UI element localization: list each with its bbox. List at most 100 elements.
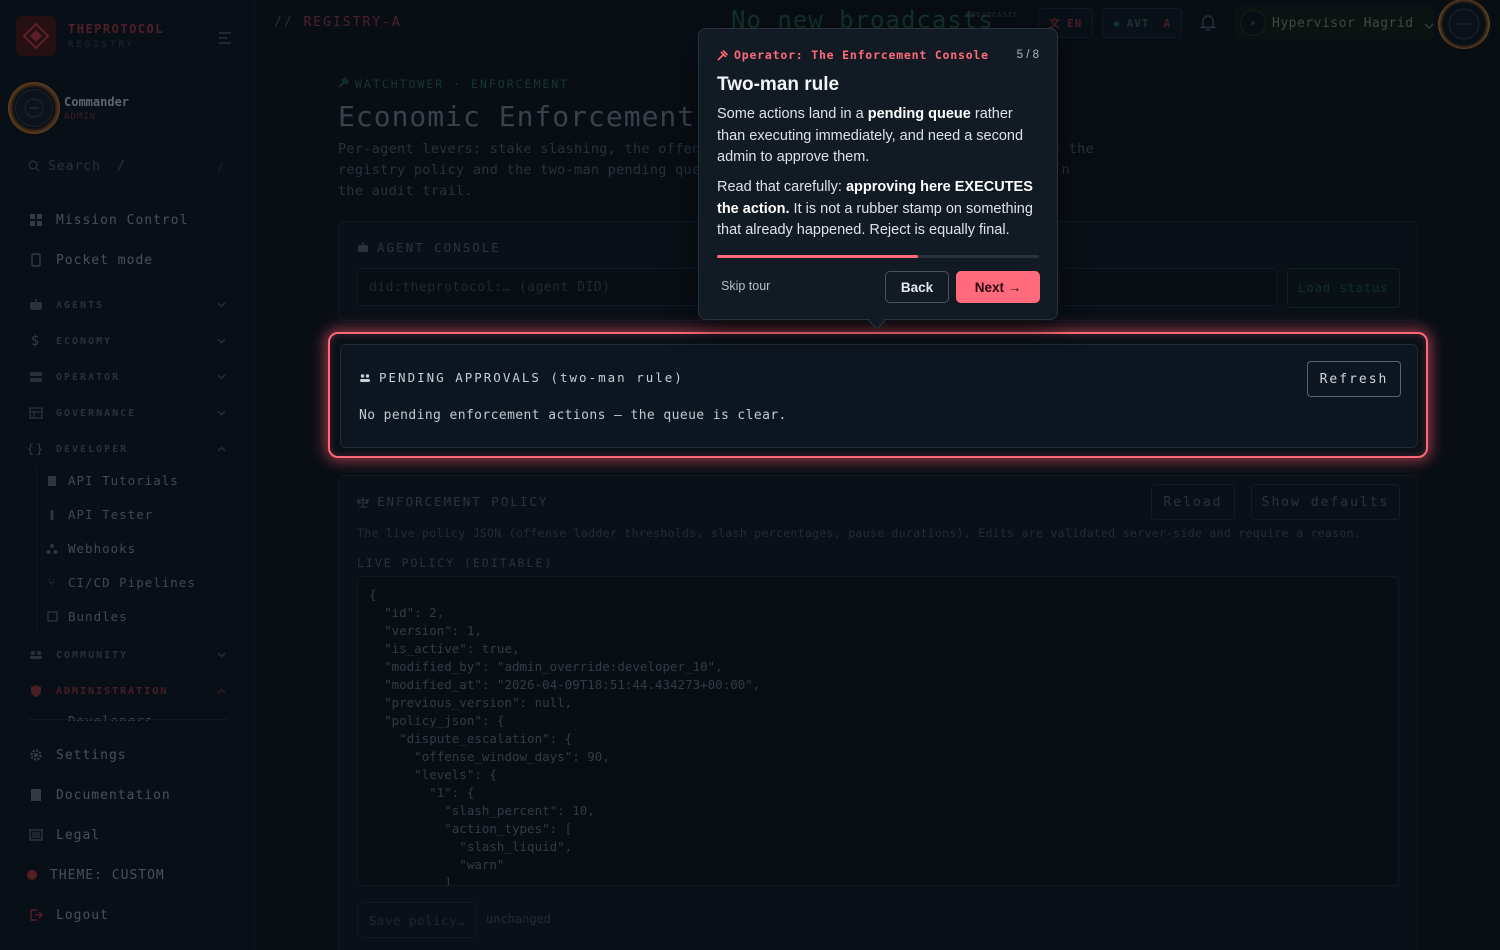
diamond-icon: ◆ <box>1113 16 1121 30</box>
currency-selector[interactable]: ◆ AVT A <box>1102 8 1183 38</box>
dollar-icon: $ <box>30 333 42 349</box>
sidebar-item-theme[interactable]: THEME: CUSTOM <box>24 867 165 883</box>
sidebar-item-label: Settings <box>56 747 127 763</box>
sidebar-item-api-tester[interactable]: API Tester <box>46 507 153 522</box>
tour-next-button[interactable]: Next → <box>956 271 1040 303</box>
brand[interactable]: THEPROTOCOL REGISTRY <box>16 16 164 56</box>
sidebar: THEPROTOCOL REGISTRY Commander ADMIN Sea… <box>0 0 255 950</box>
flask-icon <box>46 508 58 522</box>
sidebar-item-documentation[interactable]: Documentation <box>28 787 171 803</box>
avatar <box>8 82 60 134</box>
code-line: "id": 2, <box>369 605 445 620</box>
chevron-up-icon <box>217 444 226 455</box>
sidebar-group-governance[interactable]: GOVERNANCE <box>28 405 226 421</box>
server-icon <box>28 369 44 385</box>
code-line: "version": 1, <box>369 623 482 638</box>
code-line: "policy_json": { <box>369 713 505 728</box>
chevron-down-icon <box>217 650 226 661</box>
sidebar-item-webhooks[interactable]: Webhooks <box>46 541 136 556</box>
live-policy-label: LIVE POLICY (EDITABLE) <box>357 556 554 570</box>
table-icon <box>28 405 44 421</box>
sidebar-search-input[interactable]: Search / / <box>16 152 232 180</box>
sidebar-user[interactable]: Commander ADMIN <box>8 82 129 134</box>
sidebar-group-economy[interactable]: $ ECONOMY <box>28 333 226 349</box>
code-line: "previous_version": null, <box>369 695 573 710</box>
tour-header-label: Operator: The Enforcement Console <box>734 48 989 62</box>
description-line1-left: Per-agent levers: stake slashing, the of… <box>338 141 718 157</box>
sidebar-group-agents[interactable]: AGENTS <box>28 297 226 313</box>
sidebar-item-cicd-pipelines[interactable]: ⑂ CI/CD Pipelines <box>46 575 196 590</box>
code-line: "levels": { <box>369 767 497 782</box>
bell-icon[interactable] <box>1199 14 1217 35</box>
people-icon <box>28 647 44 663</box>
sidebar-item-logout[interactable]: Logout <box>28 907 109 923</box>
code-line: "offense_window_days": 90, <box>369 749 610 764</box>
policy-json-editor[interactable]: { "id": 2, "version": 1, "is_active": tr… <box>357 576 1399 886</box>
code-line: "slash_liquid", <box>369 839 573 854</box>
group-label: DEVELOPER <box>56 443 129 455</box>
chevron-down-icon <box>1424 14 1434 33</box>
sidebar-item-label: Pocket mode <box>56 252 154 268</box>
tour-title: Two-man rule <box>717 74 840 95</box>
search-placeholder: Search <box>48 158 101 174</box>
card-title-label: AGENT CONSOLE <box>377 240 501 255</box>
agent-console-title: AGENT CONSOLE <box>357 240 501 255</box>
sidebar-item-label: API Tutorials <box>68 473 179 488</box>
breadcrumb: // REGISTRY-A <box>274 15 402 30</box>
sidebar-item-mission-control[interactable]: Mission Control <box>28 212 188 228</box>
user-role: ADMIN <box>64 111 97 122</box>
card-title-label: ENFORCEMENT POLICY <box>377 494 549 509</box>
sidebar-item-label: Webhooks <box>68 541 137 556</box>
sidebar-item-bundles[interactable]: Bundles <box>46 609 128 624</box>
user-menu[interactable]: Hypervisor Hagrid <box>1234 6 1434 40</box>
sidebar-item-legal[interactable]: Legal <box>28 827 100 843</box>
robot-icon <box>28 297 44 313</box>
gavel-icon <box>717 49 728 61</box>
description-line2-left: registry policy and the two-man pending … <box>338 162 718 178</box>
reload-button[interactable]: Reload <box>1151 484 1235 520</box>
submenu-rail <box>36 466 37 634</box>
show-defaults-button[interactable]: Show defaults <box>1251 484 1400 520</box>
package-icon <box>46 610 58 624</box>
sidebar-item-settings[interactable]: Settings <box>28 747 127 763</box>
code-line: "1": { <box>369 785 475 800</box>
language-label: EN <box>1067 16 1083 30</box>
sidebar-item-label: Logout <box>56 907 109 923</box>
tour-arrow <box>868 312 886 330</box>
pending-approvals-title: PENDING APPROVALS (two-man rule) <box>359 370 684 385</box>
brand-logo <box>16 16 56 56</box>
refresh-button[interactable]: Refresh <box>1307 361 1401 397</box>
pending-approvals-card: PENDING APPROVALS (two-man rule) No pend… <box>340 344 1418 448</box>
load-status-button[interactable]: Load status <box>1287 268 1400 308</box>
group-label: COMMUNITY <box>56 649 129 661</box>
sidebar-collapse-icon[interactable] <box>218 29 232 44</box>
page-title: Economic Enforcement <box>338 100 696 133</box>
agent-secondary-input[interactable] <box>1059 268 1277 306</box>
code-line: "slash_percent": 10, <box>369 803 595 818</box>
sidebar-item-label: Legal <box>56 827 101 843</box>
sidebar-group-developer[interactable]: {} DEVELOPER <box>27 441 226 457</box>
save-policy-button[interactable]: Save policy… <box>357 902 477 938</box>
sidebar-group-operator[interactable]: OPERATOR <box>28 369 226 385</box>
brand-subtitle: REGISTRY <box>68 40 136 50</box>
search-shortcut-hint: / <box>116 158 126 174</box>
code-line: "dispute_escalation": { <box>369 731 573 746</box>
profile-avatar[interactable] <box>1438 0 1490 49</box>
sidebar-item-api-tutorials[interactable]: API Tutorials <box>46 473 179 488</box>
sidebar-group-community[interactable]: COMMUNITY <box>28 647 226 663</box>
currency-label: AVT <box>1126 16 1150 30</box>
group-label: ECONOMY <box>56 335 113 347</box>
eyebrow-label: WATCHTOWER · ENFORCEMENT <box>355 77 570 91</box>
tour-back-button[interactable]: Back <box>885 271 949 303</box>
description-line2-right: n <box>1061 162 1070 178</box>
sidebar-group-administration[interactable]: ADMINISTRATION <box>28 683 226 699</box>
chevron-down-icon <box>217 372 226 383</box>
card-title-label: PENDING APPROVALS (two-man rule) <box>379 370 684 385</box>
chevron-down-icon <box>217 408 226 419</box>
skip-tour-link[interactable]: Skip tour <box>721 279 770 293</box>
agent-did-input[interactable]: did:theprotocol:… (agent DID) <box>357 268 707 306</box>
group-label: OPERATOR <box>56 371 121 383</box>
sidebar-item-pocket-mode[interactable]: Pocket mode <box>28 252 153 268</box>
sidebar-divider <box>28 719 228 720</box>
code-line: "modified_by": "admin_override:developer… <box>369 659 723 674</box>
